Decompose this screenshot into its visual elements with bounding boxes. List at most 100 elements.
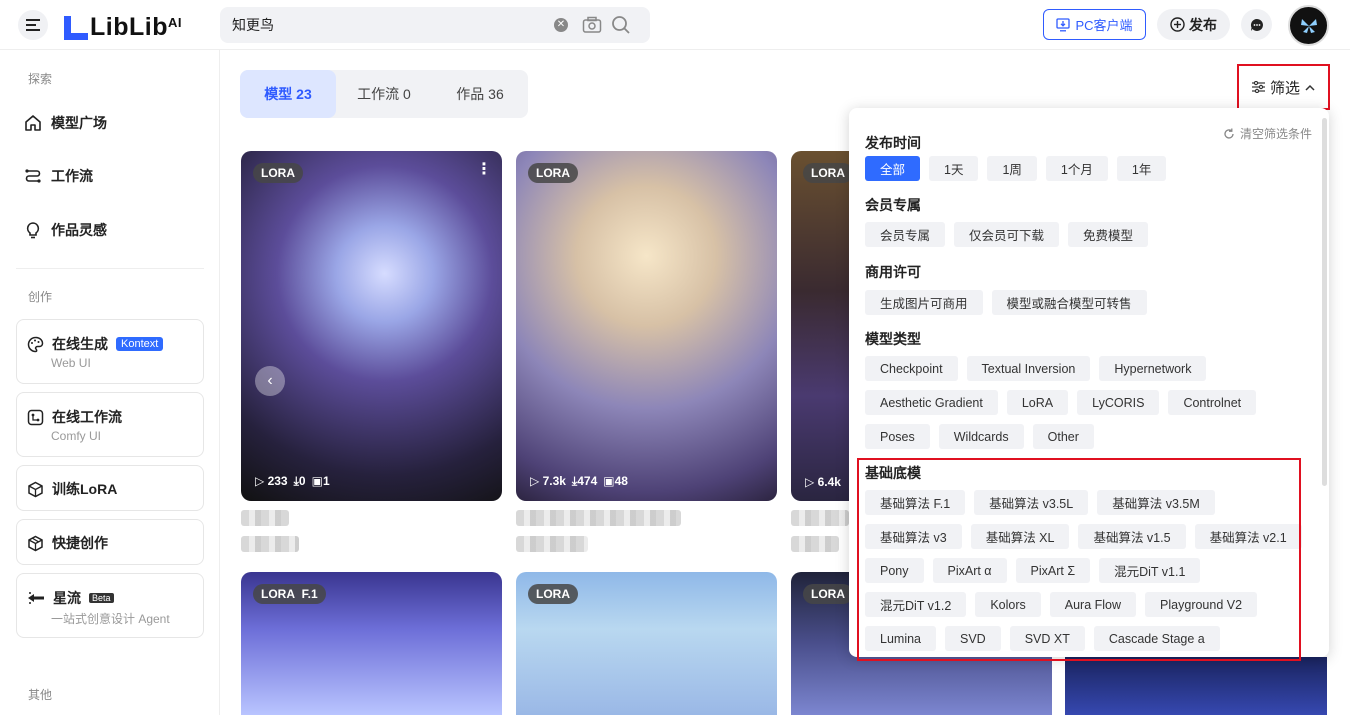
clear-search-icon[interactable]: ✕ bbox=[554, 18, 568, 32]
chevron-up-icon bbox=[1305, 84, 1315, 91]
sidebar-item-inspiration[interactable]: 作品灵感 bbox=[24, 218, 107, 242]
cube-icon bbox=[28, 535, 43, 551]
filter-section-title: 模型类型 bbox=[865, 331, 921, 347]
lora-badge: LORA bbox=[803, 584, 853, 604]
palette-icon bbox=[27, 336, 44, 352]
publish-button[interactable]: 发布 bbox=[1157, 9, 1230, 40]
lora-badge: LORA bbox=[803, 163, 851, 183]
filter-option-chip[interactable]: 生成图片可商用 bbox=[865, 290, 983, 315]
publish-label: 发布 bbox=[1189, 16, 1217, 33]
filter-option-chip[interactable]: 1个月 bbox=[1045, 156, 1108, 181]
quick-create-card[interactable]: 快捷创作 bbox=[16, 519, 204, 565]
download-count: ⤓0 bbox=[293, 474, 306, 488]
workflow-icon bbox=[25, 169, 41, 183]
other-section-label: 其他 bbox=[28, 688, 53, 702]
train-lora-card[interactable]: 训练LoRA bbox=[16, 465, 204, 511]
filter-option-chip[interactable]: Poses bbox=[865, 424, 930, 449]
sidebar-divider bbox=[16, 268, 204, 269]
search-bar: ✕ bbox=[220, 7, 650, 43]
blurred-author bbox=[241, 536, 299, 552]
carousel-prev-icon[interactable]: ‹ bbox=[255, 366, 285, 396]
lora-badge: LORA bbox=[528, 584, 578, 604]
create-section-label: 创作 bbox=[28, 290, 53, 304]
sidebar-item-label: 工作流 bbox=[51, 168, 93, 184]
online-workflow-label: 在线工作流 bbox=[52, 409, 122, 425]
blurred-title bbox=[791, 510, 849, 526]
more-options-icon[interactable]: ⋮ bbox=[476, 159, 492, 179]
reset-icon bbox=[1224, 128, 1234, 139]
online-generate-card[interactable]: 在线生成 Kontext Web UI bbox=[16, 319, 204, 384]
filter-option-chip[interactable]: 全部 bbox=[865, 156, 921, 181]
plus-circle-icon bbox=[1170, 17, 1185, 32]
blurred-title bbox=[516, 510, 681, 526]
filter-option-row: 会员专属 仅会员可下载 免费模型 bbox=[865, 222, 1149, 247]
filter-option-chip[interactable]: Wildcards bbox=[938, 424, 1024, 449]
xingliu-card[interactable]: 星流 Beta 一站式创意设计 Agent bbox=[16, 573, 204, 638]
train-lora-label: 训练LoRA bbox=[52, 481, 118, 497]
model-card-image[interactable]: LORA ⋮ ‹ ▷ 233 ⤓0 ▣1 bbox=[241, 151, 502, 501]
filter-option-chip[interactable]: Controlnet bbox=[1168, 390, 1257, 415]
filter-option-chip[interactable]: LyCORIS bbox=[1077, 390, 1160, 415]
model-card-image[interactable]: LORA ▷ 6.4k bbox=[791, 151, 851, 501]
sidebar-item-workflow[interactable]: 工作流 bbox=[24, 164, 93, 188]
result-tabs: 模型 23 工作流 0 作品 36 bbox=[240, 70, 528, 118]
filter-option-chip[interactable]: 仅会员可下载 bbox=[954, 222, 1060, 247]
filter-option-chip[interactable]: Textual Inversion bbox=[966, 356, 1091, 381]
filter-option-row: 生成图片可商用 模型或融合模型可转售 bbox=[865, 290, 1147, 315]
model-card-image[interactable]: LORA bbox=[516, 572, 777, 715]
pc-client-button[interactable]: PC客户端 bbox=[1043, 9, 1146, 40]
filter-option-chip[interactable]: 1年 bbox=[1116, 156, 1167, 181]
filter-option-chip[interactable]: 1周 bbox=[987, 156, 1037, 181]
online-generate-sub: Web UI bbox=[51, 356, 91, 370]
tab-models[interactable]: 模型 23 bbox=[240, 70, 336, 118]
filter-option-row: Poses Wildcards Other bbox=[865, 424, 1094, 449]
xingliu-sub: 一站式创意设计 Agent bbox=[51, 612, 170, 626]
panel-scrollbar[interactable] bbox=[1322, 118, 1327, 486]
camera-icon[interactable] bbox=[582, 16, 602, 34]
filter-option-chip[interactable]: 1天 bbox=[929, 156, 979, 181]
lightbulb-icon bbox=[26, 222, 40, 239]
hexagon-icon bbox=[28, 481, 43, 497]
filter-button[interactable]: 筛选 bbox=[1237, 64, 1330, 110]
play-count: ▷ 233 bbox=[255, 474, 288, 488]
image-count: ▣48 bbox=[603, 474, 628, 488]
model-card-image[interactable]: LORA ▷ 7.3k ⤓474 ▣48 bbox=[516, 151, 777, 501]
filter-option-chip[interactable]: LoRA bbox=[1006, 390, 1069, 415]
lora-badge: LORA bbox=[528, 163, 578, 183]
tab-works[interactable]: 作品 36 bbox=[432, 70, 528, 118]
play-count: ▷ 7.3k bbox=[530, 474, 566, 488]
menu-button[interactable] bbox=[18, 10, 48, 40]
play-count: ▷ 6.4k bbox=[805, 475, 841, 489]
filter-option-chip[interactable]: 免费模型 bbox=[1068, 222, 1149, 247]
search-input[interactable] bbox=[232, 7, 552, 43]
sidebar-item-label: 模型广场 bbox=[51, 115, 107, 131]
logo[interactable]: LibLibAI bbox=[64, 10, 182, 40]
filter-section-title: 商用许可 bbox=[865, 264, 921, 280]
message-button[interactable] bbox=[1241, 9, 1272, 40]
filter-option-row: 全部 1天 1周 1个月 1年 bbox=[865, 156, 1167, 181]
sidebar-item-model-square[interactable]: 模型广场 bbox=[24, 111, 107, 135]
logo-mark-icon bbox=[64, 16, 88, 40]
filter-option-chip[interactable]: Hypernetwork bbox=[1099, 356, 1207, 381]
beta-badge: Beta bbox=[89, 593, 114, 603]
filter-option-chip[interactable]: 会员专属 bbox=[865, 222, 946, 247]
tab-workflows[interactable]: 工作流 0 bbox=[336, 70, 432, 118]
model-card-image[interactable]: LORA F.1 bbox=[241, 572, 502, 715]
search-icon[interactable] bbox=[611, 15, 631, 35]
online-workflow-card[interactable]: 在线工作流 Comfy UI bbox=[16, 392, 204, 457]
pc-client-label: PC客户端 bbox=[1075, 18, 1133, 33]
model-card-image[interactable] bbox=[1065, 657, 1327, 715]
filter-option-chip[interactable]: Aesthetic Gradient bbox=[865, 390, 998, 415]
filter-option-chip[interactable]: Checkpoint bbox=[865, 356, 958, 381]
user-avatar[interactable] bbox=[1288, 5, 1329, 46]
filter-option-chip[interactable]: 模型或融合模型可转售 bbox=[991, 290, 1147, 315]
filter-section-title: 会员专属 bbox=[865, 197, 921, 213]
filter-option-row: Checkpoint Textual Inversion Hypernetwork bbox=[865, 356, 1207, 381]
sidebar-item-label: 作品灵感 bbox=[51, 222, 107, 238]
online-generate-label: 在线生成 bbox=[52, 336, 108, 352]
clear-filters-button[interactable]: 清空筛选条件 bbox=[1223, 125, 1312, 142]
hamburger-icon bbox=[26, 19, 40, 31]
logo-suffix: AI bbox=[167, 15, 182, 30]
workflow-box-icon bbox=[27, 409, 44, 425]
filter-option-chip[interactable]: Other bbox=[1032, 424, 1094, 449]
